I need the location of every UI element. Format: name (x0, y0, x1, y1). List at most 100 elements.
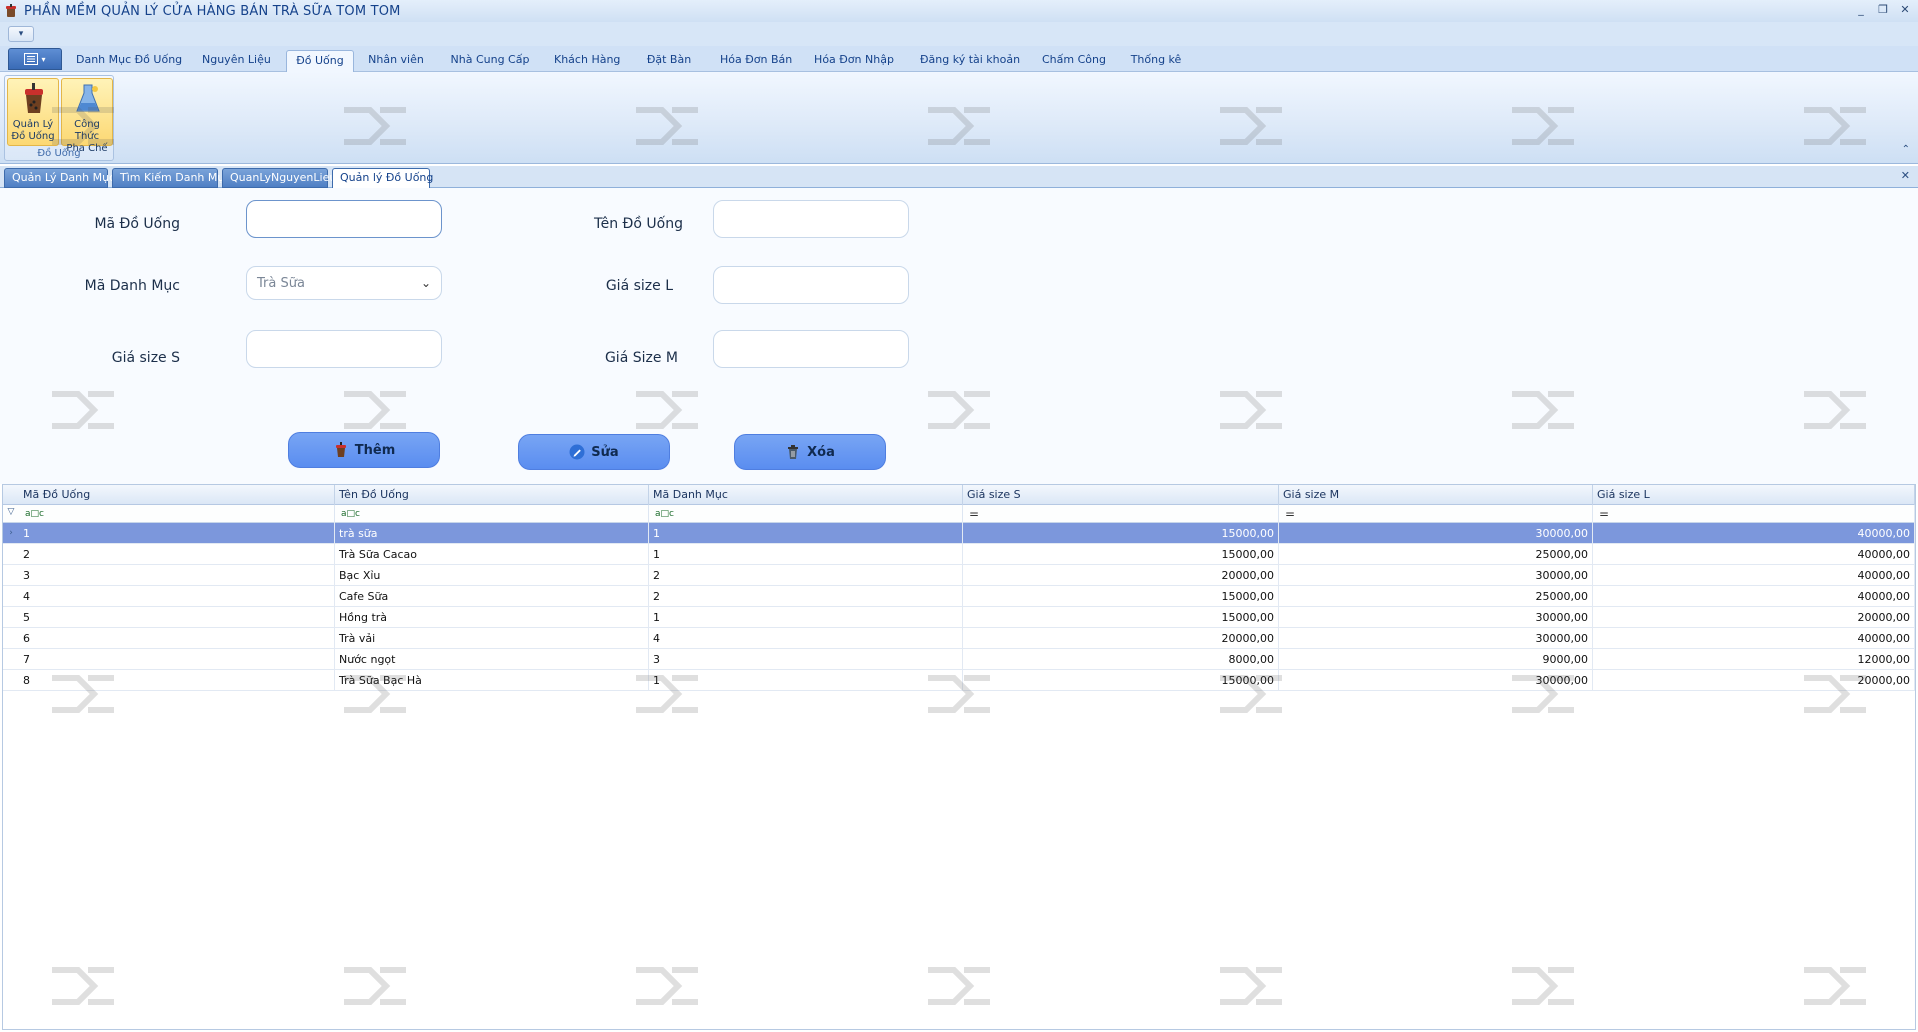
table-cell[interactable]: 3 (649, 649, 963, 670)
table-row[interactable]: 8 Trà Sữa Bạc Hà 1 15000,00 30000,00 20000,00 (3, 670, 1915, 691)
table-cell[interactable]: 4 (649, 628, 963, 649)
table-cell[interactable]: Bạc Xỉu (335, 565, 649, 586)
table-cell[interactable]: Cafe Sữa (335, 586, 649, 607)
table-cell[interactable]: trà sữa (335, 523, 649, 544)
table-cell[interactable]: 30000,00 (1279, 607, 1593, 628)
column-header-ma-do-uong[interactable]: Mã Đồ Uống (19, 485, 335, 505)
table-cell[interactable]: 20000,00 (1593, 670, 1915, 691)
table-row[interactable]: 6 Trà vải 4 20000,00 30000,00 40000,00 (3, 628, 1915, 649)
tab-hoa-don-nhap[interactable]: Hóa Đơn Nhập (808, 50, 900, 72)
table-cell[interactable]: 8 (19, 670, 335, 691)
table-cell[interactable]: 40000,00 (1593, 586, 1915, 607)
doc-tab-quan-ly-nguyen-lieu[interactable]: QuanLyNguyenLieu (222, 168, 336, 188)
cong-thuc-pha-che-button[interactable]: Công Thức Pha Chế (61, 78, 113, 154)
table-cell[interactable]: 15000,00 (963, 607, 1279, 628)
column-header-ten-do-uong[interactable]: Tên Đồ Uống (335, 485, 649, 505)
delete-button[interactable]: Xóa (734, 434, 886, 470)
table-cell[interactable]: 15000,00 (963, 544, 1279, 565)
table-cell[interactable]: 6 (19, 628, 335, 649)
table-cell[interactable]: Trà Sữa Bạc Hà (335, 670, 649, 691)
table-row[interactable]: › 1 trà sữa 1 15000,00 30000,00 40000,00 (3, 523, 1915, 544)
table-cell[interactable]: 1 (649, 607, 963, 628)
tab-dat-ban[interactable]: Đặt Bàn (638, 50, 700, 72)
doc-tab-tim-kiem-danh-muc[interactable]: Tìm Kiếm Danh Mục (112, 168, 230, 188)
application-menu-button[interactable]: ▾ (8, 48, 62, 70)
table-cell[interactable]: 1 (649, 523, 963, 544)
table-cell[interactable]: 2 (649, 586, 963, 607)
table-row[interactable]: 3 Bạc Xỉu 2 20000,00 30000,00 40000,00 (3, 565, 1915, 586)
table-cell[interactable]: 2 (649, 565, 963, 586)
table-row[interactable]: 7 Nước ngọt 3 8000,00 9000,00 12000,00 (3, 649, 1915, 670)
table-cell[interactable]: 40000,00 (1593, 565, 1915, 586)
table-cell[interactable]: 30000,00 (1279, 628, 1593, 649)
table-cell[interactable]: Trà vải (335, 628, 649, 649)
filter-ma-do-uong[interactable]: a□c (19, 505, 335, 523)
gia-size-l-input[interactable] (713, 266, 909, 304)
tab-nhan-vien[interactable]: Nhân viên (362, 50, 430, 72)
filter-ma-danh-muc[interactable]: a□c (649, 505, 963, 523)
table-cell[interactable]: 9000,00 (1279, 649, 1593, 670)
table-cell[interactable]: 30000,00 (1279, 670, 1593, 691)
table-row[interactable]: 4 Cafe Sữa 2 15000,00 25000,00 40000,00 (3, 586, 1915, 607)
tab-dang-ky-tai-khoan[interactable]: Đăng ký tài khoản (914, 50, 1020, 72)
close-button[interactable]: ✕ (1898, 3, 1912, 17)
table-cell[interactable]: 3 (19, 565, 335, 586)
table-cell[interactable]: 25000,00 (1279, 544, 1593, 565)
close-tab-icon[interactable]: ✕ (1901, 169, 1910, 182)
table-cell[interactable]: 4 (19, 586, 335, 607)
table-cell[interactable]: 1 (649, 670, 963, 691)
table-row[interactable]: 2 Trà Sữa Cacao 1 15000,00 25000,00 40000,00 (3, 544, 1915, 565)
table-cell[interactable]: 40000,00 (1593, 523, 1915, 544)
tab-thong-ke[interactable]: Thống kê (1122, 50, 1190, 72)
table-cell[interactable]: 20000,00 (963, 628, 1279, 649)
ma-danh-muc-select[interactable]: Trà Sữa ⌄ (246, 266, 442, 300)
filter-gia-size-s[interactable]: = (963, 505, 1279, 523)
table-cell[interactable]: Hồng trà (335, 607, 649, 628)
table-cell[interactable]: 7 (19, 649, 335, 670)
table-cell[interactable]: 2 (19, 544, 335, 565)
ten-do-uong-input[interactable] (713, 200, 909, 238)
add-button[interactable]: Thêm (288, 432, 440, 468)
tab-nguyen-lieu[interactable]: Nguyên Liệu (196, 50, 272, 72)
table-cell[interactable]: 15000,00 (963, 523, 1279, 544)
tab-khach-hang[interactable]: Khách Hàng (548, 50, 626, 72)
filter-gia-size-l[interactable]: = (1593, 505, 1915, 523)
table-cell[interactable]: Trà Sữa Cacao (335, 544, 649, 565)
filter-gia-size-m[interactable]: = (1279, 505, 1593, 523)
table-cell[interactable]: Nước ngọt (335, 649, 649, 670)
tab-cham-cong[interactable]: Chấm Công (1036, 50, 1108, 72)
tab-do-uong[interactable]: Đồ Uống (286, 50, 354, 72)
doc-tab-quan-ly-do-uong[interactable]: Quản lý Đồ Uống (332, 168, 433, 188)
doc-tab-quan-ly-danh-muc[interactable]: Quản Lý Danh Mục (4, 168, 115, 188)
edit-button[interactable]: Sửa (518, 434, 670, 470)
table-cell[interactable]: 8000,00 (963, 649, 1279, 670)
table-cell[interactable]: 12000,00 (1593, 649, 1915, 670)
minimize-button[interactable]: _ (1854, 3, 1868, 17)
table-cell[interactable]: 40000,00 (1593, 544, 1915, 565)
gia-size-s-input[interactable] (246, 330, 442, 368)
column-header-gia-size-m[interactable]: Giá size M (1279, 485, 1593, 505)
maximize-button[interactable]: ❐ (1876, 3, 1890, 17)
table-cell[interactable]: 1 (19, 523, 335, 544)
table-cell[interactable]: 30000,00 (1279, 565, 1593, 586)
table-cell[interactable]: 40000,00 (1593, 628, 1915, 649)
table-cell[interactable]: 5 (19, 607, 335, 628)
gia-size-m-input[interactable] (713, 330, 909, 368)
quan-ly-do-uong-button[interactable]: Quản Lý Đồ Uống (7, 78, 59, 146)
column-header-gia-size-l[interactable]: Giá size L (1593, 485, 1915, 505)
tab-hoa-don-ban[interactable]: Hóa Đơn Bán (714, 50, 794, 72)
table-row[interactable]: 5 Hồng trà 1 15000,00 30000,00 20000,00 (3, 607, 1915, 628)
table-cell[interactable]: 20000,00 (1593, 607, 1915, 628)
tab-nha-cung-cap[interactable]: Nhà Cung Cấp (444, 50, 536, 72)
tab-danh-muc-do-uong[interactable]: Danh Mục Đồ Uống (70, 50, 182, 72)
column-header-gia-size-s[interactable]: Giá size S (963, 485, 1279, 505)
column-header-ma-danh-muc[interactable]: Mã Danh Mục (649, 485, 963, 505)
ma-do-uong-input[interactable] (246, 200, 442, 238)
collapse-ribbon-icon[interactable]: ⌃ (1902, 144, 1910, 155)
table-cell[interactable]: 1 (649, 544, 963, 565)
quick-access-dropdown-icon[interactable]: ▾ (8, 26, 34, 42)
table-cell[interactable]: 25000,00 (1279, 586, 1593, 607)
filter-ten-do-uong[interactable]: a□c (335, 505, 649, 523)
table-cell[interactable]: 15000,00 (963, 586, 1279, 607)
table-cell[interactable]: 20000,00 (963, 565, 1279, 586)
